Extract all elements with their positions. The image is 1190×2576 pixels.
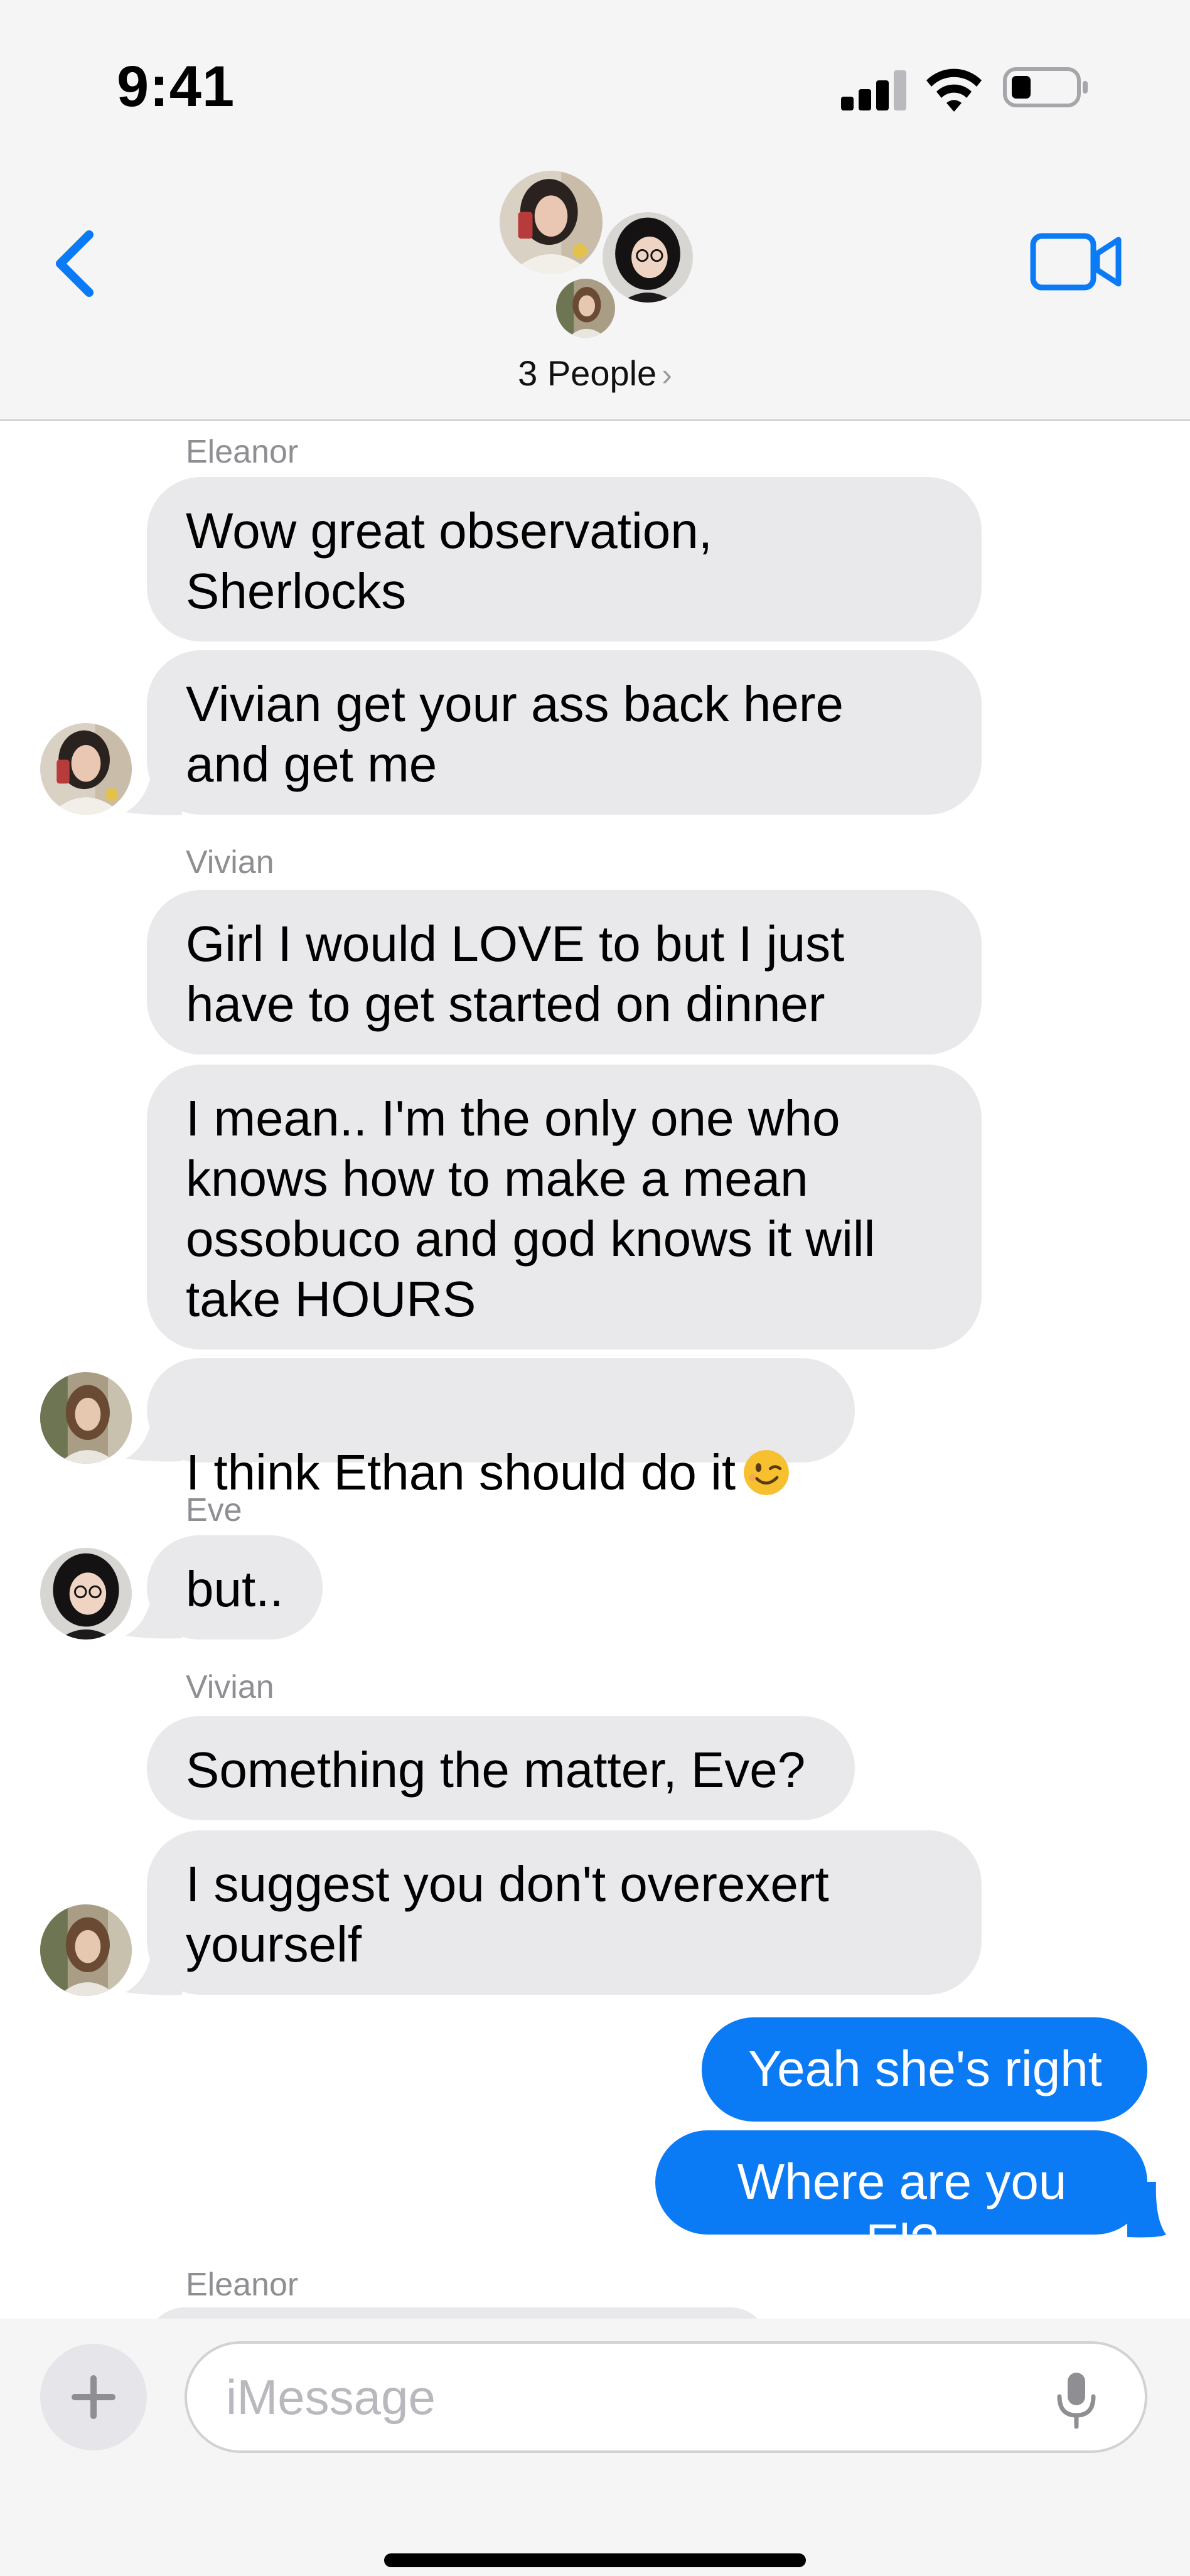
sender-name: Eleanor — [186, 2267, 299, 2303]
group-label: 3 People — [518, 353, 657, 393]
messages-screen: 9:41 3 People › Eleanor Wow great observ… — [0, 0, 1190, 2576]
battery-icon — [1003, 67, 1088, 107]
avatar-eve[interactable] — [40, 1548, 132, 1640]
avatar-vivian — [552, 275, 619, 341]
bubble-tail — [126, 1940, 182, 1995]
message-bubble[interactable]: Something the matter, Eve? — [147, 1716, 855, 1820]
sender-name: Vivian — [186, 1669, 274, 1705]
avatar-vivian[interactable] — [40, 1372, 132, 1464]
chevron-right-icon: › — [662, 357, 672, 392]
plus-icon — [72, 2375, 115, 2419]
sender-name: Vivian — [186, 844, 274, 881]
message-bubble-outgoing[interactable]: Yeah she's right — [702, 2017, 1147, 2122]
message-bubble[interactable]: I mean.. I'm the only one who knows how … — [147, 1065, 982, 1350]
back-button[interactable] — [40, 220, 109, 308]
sender-name: Eleanor — [186, 434, 299, 470]
message-input[interactable] — [185, 2341, 1147, 2453]
bubble-tail — [126, 1583, 182, 1639]
home-indicator[interactable] — [384, 2553, 806, 2567]
message-bubble-outgoing[interactable]: Where are you El? — [655, 2130, 1147, 2270]
wifi-icon — [926, 68, 982, 112]
bubble-tail — [1127, 2182, 1166, 2238]
avatar-eleanor — [496, 167, 606, 277]
add-attachment-button[interactable] — [40, 2344, 147, 2450]
message-text: I think Ethan should do it — [186, 1444, 736, 1500]
microphone-icon[interactable] — [1048, 2369, 1105, 2432]
cellular-signal-icon — [841, 70, 906, 110]
composer-bar — [0, 2319, 1190, 2576]
group-avatars[interactable] — [496, 167, 703, 343]
status-time: 9:41 — [117, 55, 235, 119]
sender-name: Eve — [186, 1492, 242, 1528]
message-bubble[interactable]: Wow great observation, Sherlocks — [147, 477, 982, 641]
group-details-button[interactable]: 3 People › — [0, 353, 1190, 394]
winking-face-icon — [744, 1450, 790, 1495]
avatar-eleanor[interactable] — [40, 723, 132, 815]
video-camera-icon[interactable] — [1029, 227, 1123, 296]
message-bubble[interactable]: Vivian get your ass back here and get me — [147, 650, 982, 815]
bubble-tail — [126, 1406, 182, 1462]
message-bubble[interactable]: I think Ethan should do it — [147, 1358, 855, 1500]
conversation-header: 9:41 3 People › — [0, 0, 1190, 421]
message-bubble[interactable]: Girl I would LOVE to but I just have to … — [147, 890, 982, 1055]
avatar-vivian[interactable] — [40, 1904, 132, 1996]
bubble-tail — [126, 759, 182, 815]
message-bubble[interactable]: I suggest you don't overexert yourself — [147, 1830, 982, 1995]
